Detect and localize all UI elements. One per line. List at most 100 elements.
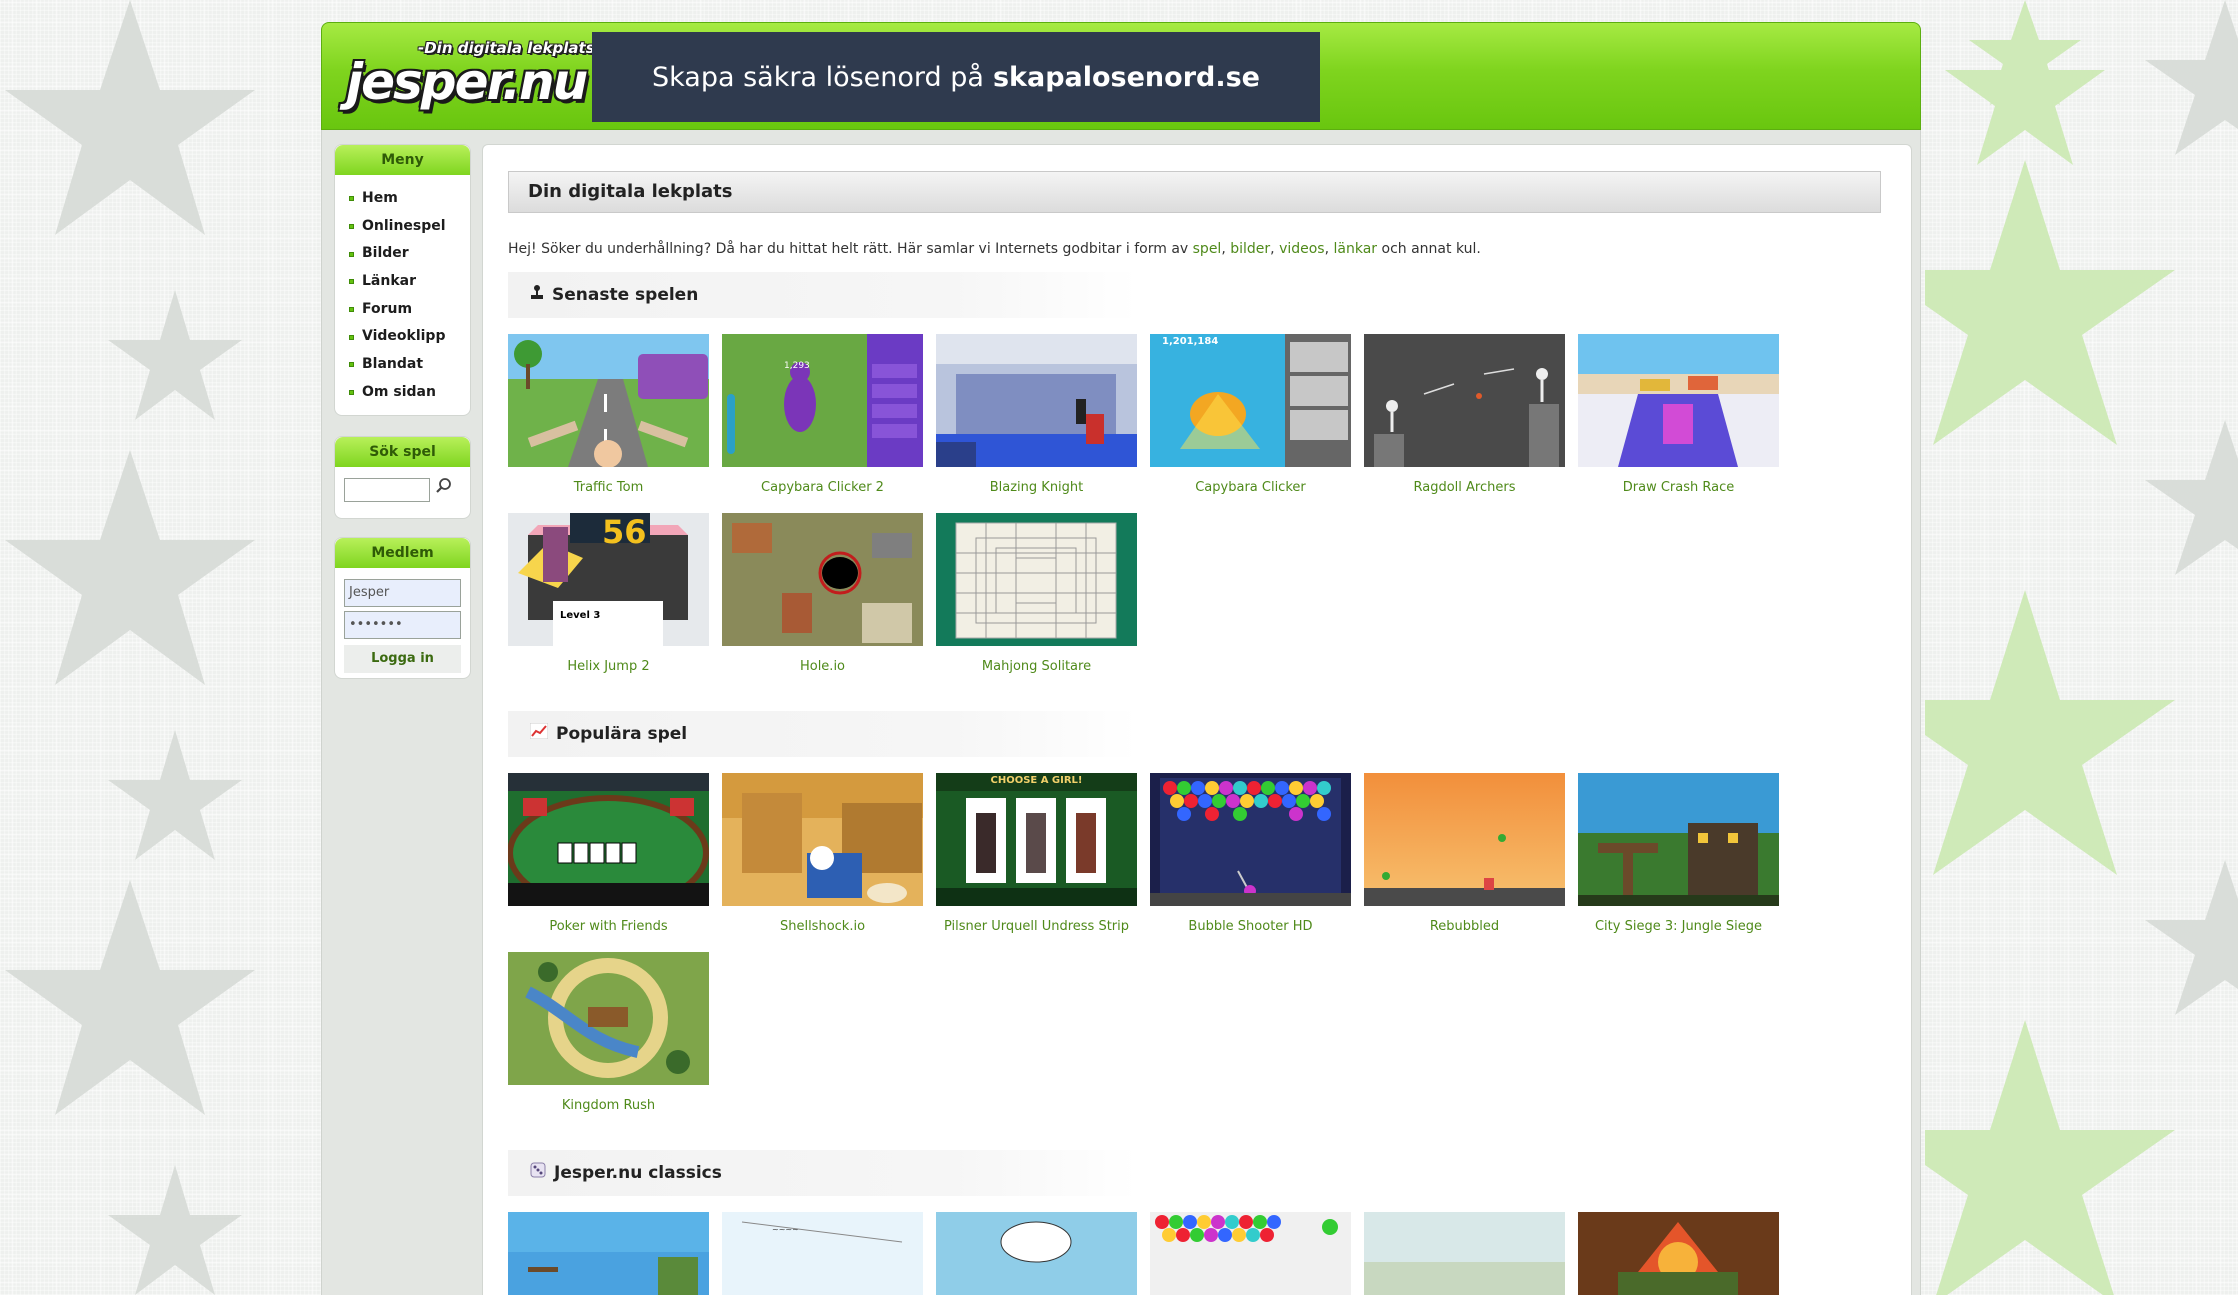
game-title[interactable]: City Siege 3: Jungle Siege [1578,919,1779,934]
bullet-icon [349,279,354,285]
game-card[interactable]: Kingdom Rush [508,952,709,1113]
game-title[interactable]: Traffic Tom [508,480,709,495]
game-card[interactable]: Draw Crash Race [1578,334,1779,495]
game-card[interactable]: Hole.io [722,513,923,674]
menu-item-label: Om sidan [362,383,436,400]
menu-item[interactable]: Videoklipp [349,323,470,351]
menu-item[interactable]: Bilder [349,240,470,268]
game-thumbnail[interactable] [936,513,1137,646]
game-card[interactable] [936,1212,1137,1295]
link-lankar[interactable]: länkar [1334,241,1378,257]
game-thumbnail[interactable] [508,1212,709,1295]
svg-text:1,293: 1,293 [784,361,810,371]
menu-item-label: Onlinespel [362,217,446,234]
game-card[interactable]: Bubble Shooter HD [1150,773,1351,934]
menu-item[interactable]: Onlinespel [349,213,470,241]
background-star [1925,0,2238,1295]
game-title[interactable]: Capybara Clicker 2 [722,480,923,495]
game-card[interactable]: Blazing Knight [936,334,1137,495]
link-videos[interactable]: videos [1279,241,1325,257]
game-title[interactable]: Poker with Friends [508,919,709,934]
game-thumbnail[interactable] [1150,773,1351,906]
ad-banner[interactable]: Skapa säkra lösenord på skapalosenord.se [592,32,1320,122]
menu-item[interactable]: Forum [349,296,470,324]
game-thumbnail[interactable] [1578,334,1779,467]
section-popular-games: Populära spel [508,711,1138,757]
game-thumbnail[interactable] [1364,1212,1565,1295]
game-card[interactable]: Ragdoll Archers [1364,334,1565,495]
game-card[interactable]: Rebubbled [1364,773,1565,934]
game-title[interactable]: Shellshock.io [722,919,923,934]
member-box: Medlem Jesper ••••••• Logga in [334,537,471,679]
menu-item[interactable]: Om sidan [349,379,470,407]
site-header: -Din digitala lekplats! jesper.nu Skapa … [321,22,1921,130]
game-title[interactable]: Mahjong Solitare [936,659,1137,674]
game-title[interactable]: Capybara Clicker [1150,480,1351,495]
password-field[interactable]: ••••••• [344,611,461,639]
game-card[interactable] [508,1212,709,1295]
bullet-icon [349,196,354,202]
game-title[interactable]: Hole.io [722,659,923,674]
game-thumbnail[interactable] [1578,1212,1779,1295]
game-title[interactable]: Rebubbled [1364,919,1565,934]
game-thumbnail[interactable] [1150,1212,1351,1295]
link-bilder[interactable]: bilder [1230,241,1270,257]
game-card[interactable]: Mahjong Solitare [936,513,1137,674]
game-card[interactable]: Level 3 56 Helix Jump 2 [508,513,709,674]
page-title: Din digitala lekplats [508,171,1881,213]
search-icon[interactable] [435,477,453,499]
game-card[interactable]: CHOOSE A GIRL! Pilsner Urquell Undress St… [936,773,1137,934]
game-card[interactable]: Shellshock.io [722,773,923,934]
game-thumbnail[interactable]: Level 3 56 [508,513,709,646]
game-card[interactable]: 1,293 Capybara Clicker 2 [722,334,923,495]
game-card[interactable]: City Siege 3: Jungle Siege [1578,773,1779,934]
game-card[interactable]: ~~~~ [722,1212,923,1295]
game-card[interactable]: 1,201,184 Capybara Clicker [1150,334,1351,495]
intro-before: Hej! Söker du underhållning? Då har du h… [508,241,1193,257]
game-card[interactable]: Poker with Friends [508,773,709,934]
game-title[interactable]: Helix Jump 2 [508,659,709,674]
section-title: Populära spel [556,724,688,744]
game-thumbnail[interactable] [1364,773,1565,906]
menu-list: Hem Onlinespel Bilder Länkar Forum Videoklipp… [335,175,470,407]
game-thumbnail[interactable] [722,773,923,906]
game-title[interactable]: Blazing Knight [936,480,1137,495]
page-wrapper: -Din digitala lekplats! jesper.nu Skapa … [321,22,1921,1295]
game-thumbnail[interactable]: 1,293 [722,334,923,467]
chart-icon [529,711,549,757]
game-title[interactable]: Pilsner Urquell Undress Strip [936,919,1137,934]
game-thumbnail[interactable] [936,334,1137,467]
game-thumbnail[interactable] [508,952,709,1085]
menu-item[interactable]: Blandat [349,351,470,379]
bullet-icon [349,224,354,230]
game-thumbnail[interactable] [1364,334,1565,467]
bullet-icon [349,390,354,396]
menu-item[interactable]: Länkar [349,268,470,296]
game-thumbnail[interactable]: ~~~~ [722,1212,923,1295]
game-thumbnail[interactable] [508,334,709,467]
game-title[interactable]: Ragdoll Archers [1364,480,1565,495]
username-field[interactable]: Jesper [344,579,461,607]
background-star [0,0,260,1295]
login-button[interactable]: Logga in [344,645,461,673]
game-card[interactable] [1364,1212,1565,1295]
game-title[interactable]: Draw Crash Race [1578,480,1779,495]
game-card[interactable]: Traffic Tom [508,334,709,495]
game-card[interactable] [1578,1212,1779,1295]
game-thumbnail[interactable]: CHOOSE A GIRL! [936,773,1137,906]
game-card[interactable] [1150,1212,1351,1295]
menu-item[interactable]: Hem [349,185,470,213]
game-thumbnail[interactable] [508,773,709,906]
game-thumbnail[interactable] [722,513,923,646]
game-title[interactable]: Kingdom Rush [508,1098,709,1113]
game-thumbnail[interactable] [1578,773,1779,906]
search-input[interactable] [344,478,430,502]
game-title[interactable]: Bubble Shooter HD [1150,919,1351,934]
link-spel[interactable]: spel [1193,241,1222,257]
svg-text:1,201,184: 1,201,184 [1162,336,1218,347]
svg-text:Level 3: Level 3 [560,610,600,621]
dice-icon [530,1150,546,1196]
game-thumbnail[interactable]: 1,201,184 [1150,334,1351,467]
bullet-icon [349,362,354,368]
game-thumbnail[interactable] [936,1212,1137,1295]
